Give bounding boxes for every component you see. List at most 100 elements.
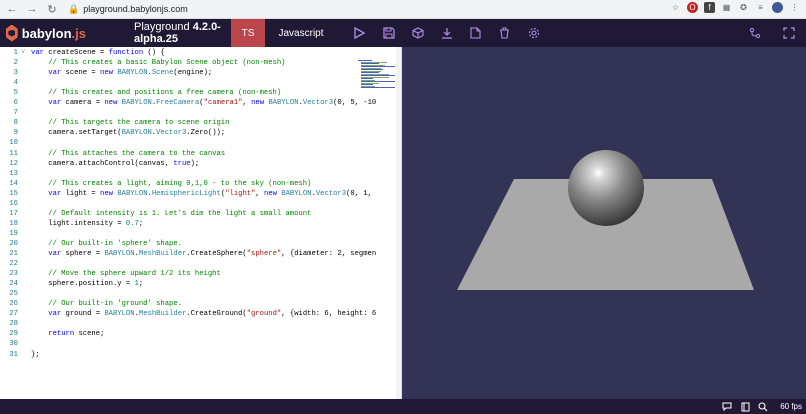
code-line: 9 camera.setTarget(BABYLON.Vector3.Zero(… (0, 128, 360, 138)
line-number: 19 (9, 229, 18, 238)
code-line: 21 var sphere = BABYLON.MeshBuilder.Crea… (0, 249, 376, 259)
line-number: 12 (9, 159, 18, 168)
playground-title: Playground 4.2.0-alpha.25 (134, 21, 244, 45)
tab-javascript[interactable]: Javascript (265, 19, 337, 47)
logo-suffix: .js (71, 25, 86, 41)
code-line: 20 // Our built-in 'sphere' shape. (0, 239, 360, 249)
extension-puzzle-icon[interactable]: ✪ (738, 2, 749, 13)
download-icon[interactable] (432, 27, 461, 39)
code-text: var sphere = BABYLON.MeshBuilder.CreateS… (48, 250, 377, 258)
line-number: 25 (9, 290, 18, 299)
render-canvas[interactable] (402, 47, 806, 399)
code-text: // Move the sphere upward 1/2 its height (48, 270, 221, 279)
line-number: 30 (9, 340, 18, 349)
footer-icons: 60 fps (722, 399, 802, 414)
docs-icon[interactable] (740, 402, 750, 412)
code-line: 22 (0, 259, 360, 269)
code-line: 26 // Our built-in 'ground' shape. (0, 299, 360, 309)
line-number: 20 (9, 239, 18, 248)
profile-avatar[interactable] (772, 2, 783, 13)
back-icon[interactable]: ← (4, 1, 20, 17)
line-number: 18 (9, 219, 18, 228)
line-number: 17 (9, 209, 18, 218)
extensions-area: ☆ O f ▦ ✪ ≡ ⋮ (670, 2, 800, 13)
code-text: return scene; (48, 330, 105, 339)
star-icon[interactable]: ☆ (670, 2, 681, 13)
line-number: 8 (13, 119, 18, 128)
extension-opera-icon[interactable]: O (687, 2, 698, 13)
line-number: 6 (13, 99, 18, 108)
logo-text: babylon (21, 25, 72, 41)
line-number: 27 (9, 310, 18, 319)
line-number: 1 (13, 49, 18, 57)
search-icon[interactable] (758, 401, 768, 412)
code-text: }; (31, 350, 40, 359)
app-header: babylon.js Playground 4.2.0-alpha.25 TS … (0, 19, 806, 47)
code-text: // Our built-in 'ground' shape. (48, 300, 182, 309)
forward-icon[interactable]: → (24, 1, 40, 17)
line-number: 26 (9, 300, 18, 309)
code-line: 25 (0, 289, 360, 299)
code-line: 29 return scene; (0, 329, 360, 339)
title-prefix: Playground (134, 21, 193, 33)
code-text: // This targets the camera to scene orig… (48, 119, 230, 128)
minimap[interactable] (358, 60, 398, 100)
code-text: // This attaches the camera to the canva… (48, 149, 226, 158)
code-line: 30 (0, 339, 360, 349)
settings-gear-icon[interactable] (519, 27, 548, 39)
reload-icon[interactable]: ↻ (44, 1, 60, 17)
line-number: 4 (13, 79, 18, 88)
extension-f-icon[interactable]: f (704, 2, 715, 13)
branch-icon[interactable] (738, 27, 772, 39)
code-text: light.intensity = 0.7; (31, 219, 144, 228)
save-icon[interactable] (374, 27, 403, 39)
code-line: 13 (0, 169, 360, 179)
feedback-icon[interactable] (722, 402, 732, 412)
address-bar[interactable]: playground.babylonjs.com (83, 4, 188, 14)
code-line: 11 // This attaches the camera to the ca… (0, 149, 360, 159)
line-number: 2 (13, 59, 18, 68)
line-number: 23 (9, 270, 18, 279)
line-number: 7 (13, 109, 18, 118)
code-line: 4 (0, 78, 360, 88)
code-line: 17 // Default intensity is 1. Let's dim … (0, 209, 360, 219)
browser-toolbar: ← → ↻ 🔒 playground.babylonjs.com ☆ O f ▦… (0, 0, 806, 19)
babylon-logo[interactable]: babylon.js (6, 24, 86, 42)
code-line: 14 // This creates a light, aiming 0,1,0… (0, 179, 360, 189)
code-line: 2 // This creates a basic Babylon Scene … (0, 58, 360, 68)
code-line: 15 var light = new BABYLON.HemisphericLi… (0, 189, 372, 199)
line-number: 15 (9, 189, 18, 198)
inspector-cube-icon[interactable] (403, 27, 432, 39)
extension-menu-icon[interactable]: ≡ (755, 2, 766, 13)
line-number: 14 (9, 179, 18, 188)
line-number: 3 (13, 69, 18, 78)
sphere-mesh (568, 150, 644, 226)
code-text: var ground = BABYLON.MeshBuilder.CreateG… (48, 310, 377, 319)
code-text: // This creates a basic Babylon Scene ob… (48, 59, 286, 68)
code-line: 31}; (0, 350, 360, 360)
line-number: 22 (9, 260, 18, 269)
babylon-hex-icon (6, 24, 18, 42)
run-icon[interactable] (345, 27, 374, 39)
header-right-icons (738, 19, 806, 47)
new-file-icon[interactable] (461, 27, 490, 39)
clear-trash-icon[interactable] (490, 27, 519, 39)
code-text: // This creates and positions a free cam… (48, 89, 282, 98)
line-number: 29 (9, 330, 18, 339)
tab-typescript[interactable]: TS (231, 19, 265, 47)
line-number: 13 (9, 169, 18, 178)
code-editor[interactable]: 1 ˅ var createScene = function () {2 // Th… (0, 47, 402, 399)
code-line: 12 camera.attachControl(canvas, true); (0, 159, 360, 169)
code-line: 27 var ground = BABYLON.MeshBuilder.Crea… (0, 309, 376, 319)
code-line: 8 // This targets the camera to scene or… (0, 118, 360, 128)
line-number: 9 (13, 129, 18, 138)
more-menu-icon[interactable]: ⋮ (789, 2, 800, 13)
extension-grid-icon[interactable]: ▦ (721, 2, 732, 13)
code-text: camera.setTarget(BABYLON.Vector3.Zero())… (31, 129, 226, 138)
code-line: 28 (0, 319, 360, 329)
fullscreen-icon[interactable] (772, 27, 806, 39)
line-number: 21 (9, 250, 18, 258)
code-text: sphere.position.y = 1; (31, 280, 144, 289)
fold-toggle-icon[interactable]: ˅ (21, 48, 25, 58)
code-text: var createScene = function () { (31, 49, 165, 57)
